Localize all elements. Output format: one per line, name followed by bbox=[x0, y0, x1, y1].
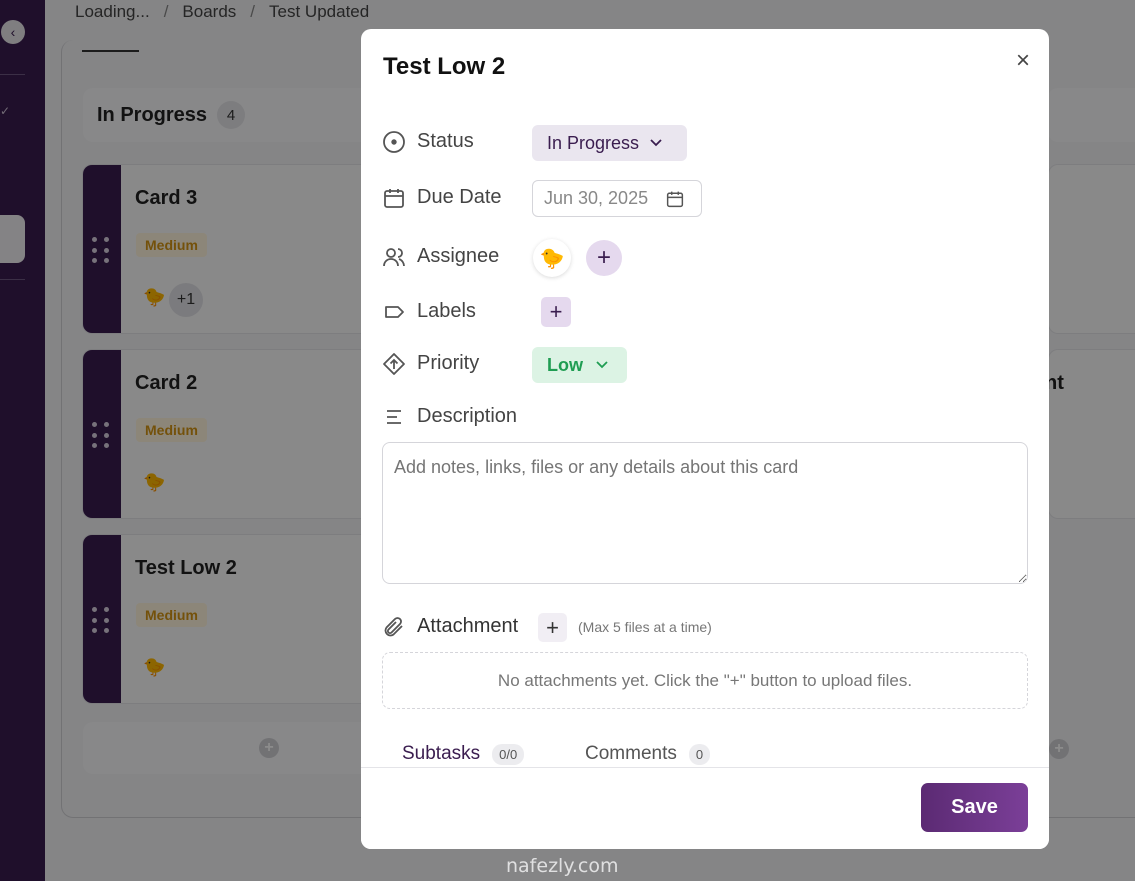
due-date-input[interactable]: Jun 30, 2025 bbox=[532, 180, 702, 217]
card-detail-modal: Test Low 2 × Status In Progress Due Date… bbox=[361, 29, 1049, 849]
status-label: Status bbox=[417, 130, 474, 152]
status-value: In Progress bbox=[547, 132, 640, 153]
close-icon[interactable]: × bbox=[1011, 47, 1035, 74]
due-date-label: Due Date bbox=[417, 186, 502, 208]
assignee-label: Assignee bbox=[417, 245, 500, 267]
status-circle-icon bbox=[382, 130, 406, 154]
paperclip-icon bbox=[382, 615, 406, 639]
description-textarea[interactable] bbox=[382, 442, 1028, 584]
modal-title: Test Low 2 bbox=[383, 53, 506, 80]
calendar-icon bbox=[382, 186, 406, 210]
tab-label: Subtasks bbox=[402, 743, 481, 764]
users-icon bbox=[382, 245, 406, 269]
status-dropdown[interactable]: In Progress bbox=[532, 125, 687, 161]
calendar-picker-icon[interactable] bbox=[666, 190, 684, 208]
tab-subtasks[interactable]: Subtasks 0/0 bbox=[402, 743, 525, 765]
attachment-label: Attachment bbox=[417, 615, 519, 637]
watermark-logo: نفذلي bbox=[498, 803, 615, 847]
priority-value: Low bbox=[547, 354, 583, 375]
tab-label: Comments bbox=[585, 743, 677, 764]
labels-label: Labels bbox=[417, 300, 476, 322]
add-assignee-button[interactable]: + bbox=[586, 240, 622, 276]
chevron-down-icon bbox=[650, 139, 662, 147]
attachment-hint: (Max 5 files at a time) bbox=[578, 619, 712, 635]
text-lines-icon bbox=[382, 405, 406, 429]
attachment-empty-text: No attachments yet. Click the "+" button… bbox=[497, 670, 913, 690]
add-attachment-button[interactable]: + bbox=[538, 613, 567, 642]
save-button[interactable]: Save bbox=[921, 783, 1028, 832]
tab-comments[interactable]: Comments 0 bbox=[585, 743, 711, 765]
description-label: Description bbox=[417, 405, 518, 427]
footer-divider bbox=[361, 767, 1049, 768]
due-date-value: Jun 30, 2025 bbox=[544, 188, 649, 208]
duck-avatar-icon[interactable]: 🐤 bbox=[533, 239, 571, 277]
chevron-down-icon bbox=[596, 361, 608, 369]
tab-count-badge: 0 bbox=[688, 743, 711, 765]
priority-label: Priority bbox=[417, 352, 480, 374]
priority-dropdown[interactable]: Low bbox=[532, 347, 627, 383]
add-label-button[interactable]: + bbox=[541, 297, 571, 327]
priority-diamond-icon bbox=[382, 352, 406, 376]
tag-icon bbox=[382, 300, 406, 324]
attachment-dropzone[interactable]: No attachments yet. Click the "+" button… bbox=[382, 652, 1028, 709]
watermark-url: nafezly.com bbox=[506, 855, 619, 877]
tab-count-badge: 0/0 bbox=[492, 743, 525, 765]
